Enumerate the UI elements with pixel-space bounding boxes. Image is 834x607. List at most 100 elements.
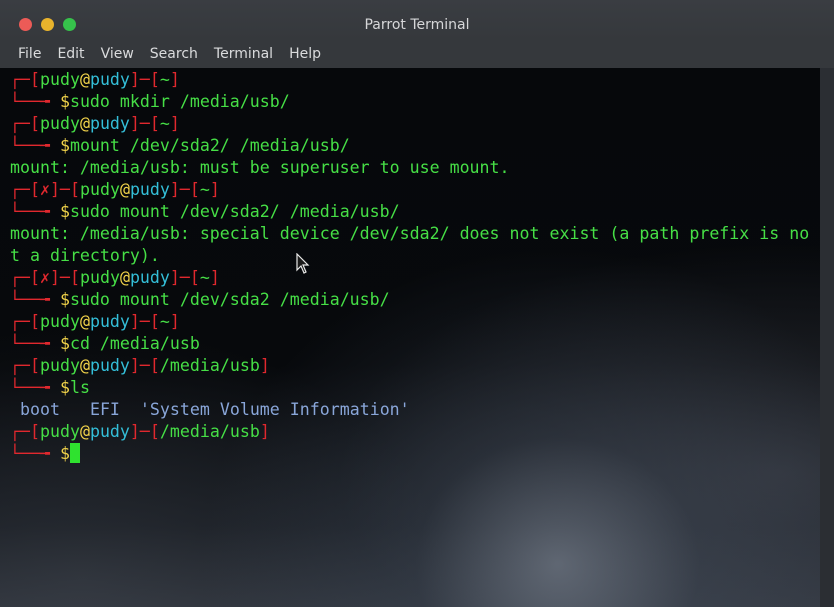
prompt-line: ┌─[✗]─[pudy@pudy]─[~] (10, 267, 820, 289)
prompt-corner: └──╼ (10, 92, 60, 111)
output-line: t a directory). (10, 245, 820, 267)
prompt-bracket: ]─[ (49, 268, 80, 287)
window-title: Parrot Terminal (364, 17, 470, 33)
menu-file[interactable]: File (18, 46, 41, 62)
prompt-user: pudy (79, 180, 120, 199)
prompt-dollar: $ (59, 444, 70, 463)
prompt-line: ┌─[pudy@pudy]─[/media/usb] (10, 421, 820, 443)
command-text: sudo mount /dev/sda2/ /media/usb/ (69, 202, 400, 221)
menu-search[interactable]: Search (150, 46, 198, 62)
ls-entry: boot (20, 400, 60, 419)
prompt-bracket: ┌─[ (10, 268, 40, 287)
command-line: └──╼ $sudo mount /dev/sda2 /media/usb/ (10, 289, 820, 311)
prompt-at: @ (119, 268, 130, 287)
output-line: mount: /media/usb: special device /dev/s… (10, 223, 820, 245)
command-text: mount /dev/sda2/ /media/usb/ (69, 136, 350, 155)
command-line: └──╼ $cd /media/usb (10, 333, 820, 355)
prompt-bracket: ] (259, 356, 270, 375)
prompt-bracket: ┌─[ (10, 114, 40, 133)
prompt-bracket: ┌─[ (10, 422, 40, 441)
prompt-line: ┌─[✗]─[pudy@pudy]─[~] (10, 179, 820, 201)
prompt-line: ┌─[pudy@pudy]─[~] (10, 311, 820, 333)
prompt-dir: ~ (199, 180, 210, 199)
prompt-bracket: ]─[ (169, 180, 200, 199)
prompt-user: pudy (39, 312, 80, 331)
terminal-output[interactable]: ┌─[pudy@pudy]─[~] └──╼ $sudo mkdir /media… (0, 68, 820, 607)
prompt-user: pudy (39, 114, 80, 133)
scrollbar[interactable] (820, 68, 834, 607)
text-cursor[interactable] (69, 443, 80, 463)
command-line: └──╼ $sudo mkdir /media/usb/ (10, 91, 820, 113)
prompt-host: pudy (89, 312, 130, 331)
prompt-dollar: $ (59, 136, 70, 155)
prompt-corner: └──╼ (10, 378, 60, 397)
prompt-line: ┌─[pudy@pudy]─[~] (10, 69, 820, 91)
prompt-line: ┌─[pudy@pudy]─[~] (10, 113, 820, 135)
menu-terminal[interactable]: Terminal (214, 46, 273, 62)
prompt-bracket: ] (169, 70, 180, 89)
prompt-corner: └──╼ (10, 444, 60, 463)
prompt-host: pudy (89, 114, 130, 133)
prompt-dollar: $ (59, 202, 70, 221)
prompt-corner: └──╼ (10, 202, 60, 221)
command-text: ls (69, 378, 90, 397)
prompt-user: pudy (39, 422, 80, 441)
title-bar[interactable]: Parrot Terminal (0, 0, 834, 40)
output-text: mount: /media/usb: must be superuser to … (10, 158, 510, 177)
prompt-dir: ~ (159, 114, 170, 133)
prompt-at: @ (79, 356, 90, 375)
prompt-bracket: ]─[ (129, 114, 160, 133)
output-text: mount: /media/usb: special device /dev/s… (10, 224, 810, 243)
prompt-host: pudy (89, 356, 130, 375)
ls-entry: EFI (89, 400, 120, 419)
prompt-dir: /media/usb (159, 356, 260, 375)
command-text: sudo mount /dev/sda2 /media/usb/ (69, 290, 390, 309)
command-line: └──╼ $ls (10, 377, 820, 399)
prompt-bracket: ┌─[ (10, 356, 40, 375)
prompt-at: @ (79, 312, 90, 331)
input-line: └──╼ $ (10, 443, 820, 465)
prompt-host: pudy (89, 70, 130, 89)
prompt-bracket: ]─[ (129, 70, 160, 89)
prompt-dollar: $ (59, 334, 70, 353)
ls-entry: 'System Volume Information' (139, 400, 410, 419)
prompt-bracket: ┌─[ (10, 180, 40, 199)
prompt-bracket: ]─[ (129, 422, 160, 441)
menu-help[interactable]: Help (289, 46, 321, 62)
prompt-user: pudy (79, 268, 120, 287)
output-line: mount: /media/usb: must be superuser to … (10, 157, 820, 179)
prompt-corner: └──╼ (10, 334, 60, 353)
menu-view[interactable]: View (101, 46, 134, 62)
prompt-bracket: ] (259, 422, 270, 441)
prompt-bracket: ]─[ (129, 356, 160, 375)
prompt-at: @ (79, 422, 90, 441)
prompt-dollar: $ (59, 290, 70, 309)
mouse-pointer-icon (296, 253, 310, 274)
prompt-corner: └──╼ (10, 136, 60, 155)
prompt-dir: ~ (199, 268, 210, 287)
terminal-window: Parrot Terminal File Edit View Search Te… (0, 0, 834, 607)
prompt-bracket: ] (169, 312, 180, 331)
prompt-bracket: ┌─[ (10, 312, 40, 331)
output-text: t a directory). (10, 246, 160, 265)
prompt-bracket: ]─[ (129, 312, 160, 331)
error-mark: ✗ (39, 268, 50, 287)
prompt-at: @ (79, 114, 90, 133)
prompt-corner: └──╼ (10, 290, 60, 309)
prompt-line: ┌─[pudy@pudy]─[/media/usb] (10, 355, 820, 377)
prompt-dir: /media/usb (159, 422, 260, 441)
command-text: cd /media/usb (69, 334, 200, 353)
command-text: sudo mkdir /media/usb/ (69, 92, 290, 111)
ls-output-line: boot EFI 'System Volume Information' (10, 399, 820, 421)
prompt-dir: ~ (159, 312, 170, 331)
menu-edit[interactable]: Edit (57, 46, 84, 62)
prompt-bracket: ]─[ (49, 180, 80, 199)
prompt-user: pudy (39, 70, 80, 89)
prompt-at: @ (119, 180, 130, 199)
prompt-dollar: $ (59, 378, 70, 397)
prompt-dollar: $ (59, 92, 70, 111)
prompt-host: pudy (129, 268, 170, 287)
prompt-bracket: ] (209, 268, 220, 287)
command-line: └──╼ $mount /dev/sda2/ /media/usb/ (10, 135, 820, 157)
menu-bar: File Edit View Search Terminal Help (0, 40, 834, 68)
